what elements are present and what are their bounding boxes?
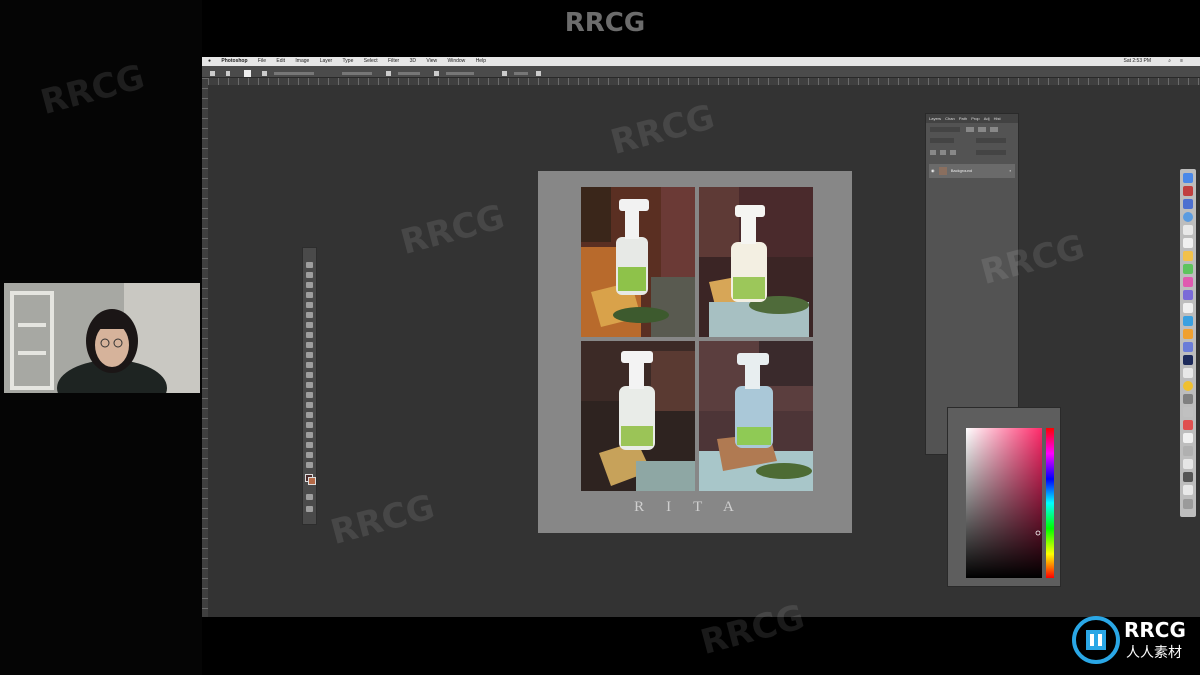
brand-subtitle: 人人素材 <box>1126 645 1182 661</box>
canvas-title-text: RITA <box>634 499 756 515</box>
shape-tool-icon[interactable] <box>306 432 313 438</box>
brand-name: RRCG <box>1124 618 1186 642</box>
menu-file[interactable]: File <box>258 58 266 64</box>
dock-app-icons[interactable] <box>1180 169 1196 517</box>
menu-type[interactable]: Type <box>343 58 354 64</box>
ruler-horizontal[interactable] <box>208 78 1200 85</box>
path-select-tool-icon[interactable] <box>306 422 313 428</box>
photo-study-3 <box>581 341 695 491</box>
brand-emblem-icon <box>1072 616 1120 664</box>
background-color-swatch[interactable] <box>308 477 316 485</box>
dodge-tool-icon[interactable] <box>306 392 313 398</box>
search-icon[interactable]: ⌕ <box>1168 57 1171 66</box>
tab-layers[interactable]: Layers <box>929 116 941 121</box>
layer-name: Background <box>950 168 973 173</box>
eyedropper-tool-icon[interactable] <box>306 312 313 318</box>
list-icon[interactable]: ≡ <box>1180 57 1183 66</box>
mac-dock <box>1180 169 1196 517</box>
quick-mask-icon[interactable] <box>306 494 313 500</box>
layers-panel-tabs: Layers Chan Path Prop Adj Hist <box>926 114 1018 123</box>
lock-icon: ▪ <box>1009 168 1011 173</box>
eye-icon[interactable]: ◉ <box>931 168 935 173</box>
photo-study-4 <box>699 341 813 491</box>
pen-tool-icon[interactable] <box>306 402 313 408</box>
menu-photoshop[interactable]: Photoshop <box>221 58 247 64</box>
tools-panel <box>302 247 317 525</box>
menu-3d[interactable]: 3D <box>410 58 416 64</box>
layer-controls[interactable] <box>926 124 1018 164</box>
color-picker-panel <box>947 407 1061 587</box>
screen-mode-icon[interactable] <box>306 506 313 512</box>
tab-channels[interactable]: Chan <box>945 116 955 121</box>
menu-help[interactable]: Help <box>476 58 486 64</box>
eraser-tool-icon[interactable] <box>306 362 313 368</box>
menu-window[interactable]: Window <box>448 58 466 64</box>
photo-study-1 <box>581 187 695 337</box>
photoshop-window: ● Photoshop File Edit Image Layer Type S… <box>202 57 1200 617</box>
layers-panel: Layers Chan Path Prop Adj Hist ◉ Backgro… <box>925 113 1019 455</box>
history-brush-tool-icon[interactable] <box>306 352 313 358</box>
lasso-tool-icon[interactable] <box>306 282 313 288</box>
apple-menu-icon[interactable]: ● <box>208 58 211 64</box>
clone-stamp-tool-icon[interactable] <box>306 342 313 348</box>
brand-logo: RRCG 人人素材 <box>1072 614 1196 666</box>
webcam-feed <box>4 283 200 393</box>
menu-clock: Sat 2:53 PM <box>1123 58 1151 64</box>
webcam-image <box>4 283 200 393</box>
hand-tool-icon[interactable] <box>306 442 313 448</box>
menu-image[interactable]: Image <box>295 58 309 64</box>
tab-properties[interactable]: Prop <box>971 116 979 121</box>
crop-tool-icon[interactable] <box>306 302 313 308</box>
menu-edit[interactable]: Edit <box>276 58 285 64</box>
menu-layer[interactable]: Layer <box>320 58 333 64</box>
zoom-tool-icon[interactable] <box>306 452 313 458</box>
photo-study-2 <box>699 187 813 337</box>
tab-history[interactable]: Hist <box>994 116 1001 121</box>
brush-tool-icon[interactable] <box>306 332 313 338</box>
layer-row-background[interactable]: ◉ Background ▪ <box>929 164 1015 178</box>
tab-adjustments[interactable]: Adj <box>984 116 990 121</box>
ruler-vertical[interactable] <box>202 78 208 617</box>
marquee-tool-icon[interactable] <box>306 272 313 278</box>
more-tools-icon[interactable] <box>306 462 313 468</box>
healing-tool-icon[interactable] <box>306 322 313 328</box>
tab-paths[interactable]: Path <box>959 116 967 121</box>
gradient-tool-icon[interactable] <box>306 372 313 378</box>
blur-tool-icon[interactable] <box>306 382 313 388</box>
top-watermark-text: RRCG <box>564 8 646 38</box>
document-canvas[interactable]: RITA <box>538 171 852 533</box>
menu-select[interactable]: Select <box>364 58 378 64</box>
move-tool-icon[interactable] <box>306 262 313 268</box>
layer-thumbnail <box>938 166 947 175</box>
mac-menu-bar: ● Photoshop File Edit Image Layer Type S… <box>202 57 1200 66</box>
color-picker-graphic[interactable] <box>948 408 1060 586</box>
menu-view[interactable]: View <box>426 58 437 64</box>
quick-select-tool-icon[interactable] <box>306 292 313 298</box>
options-bar <box>202 66 1200 78</box>
menu-filter[interactable]: Filter <box>388 58 399 64</box>
type-tool-icon[interactable] <box>306 412 313 418</box>
